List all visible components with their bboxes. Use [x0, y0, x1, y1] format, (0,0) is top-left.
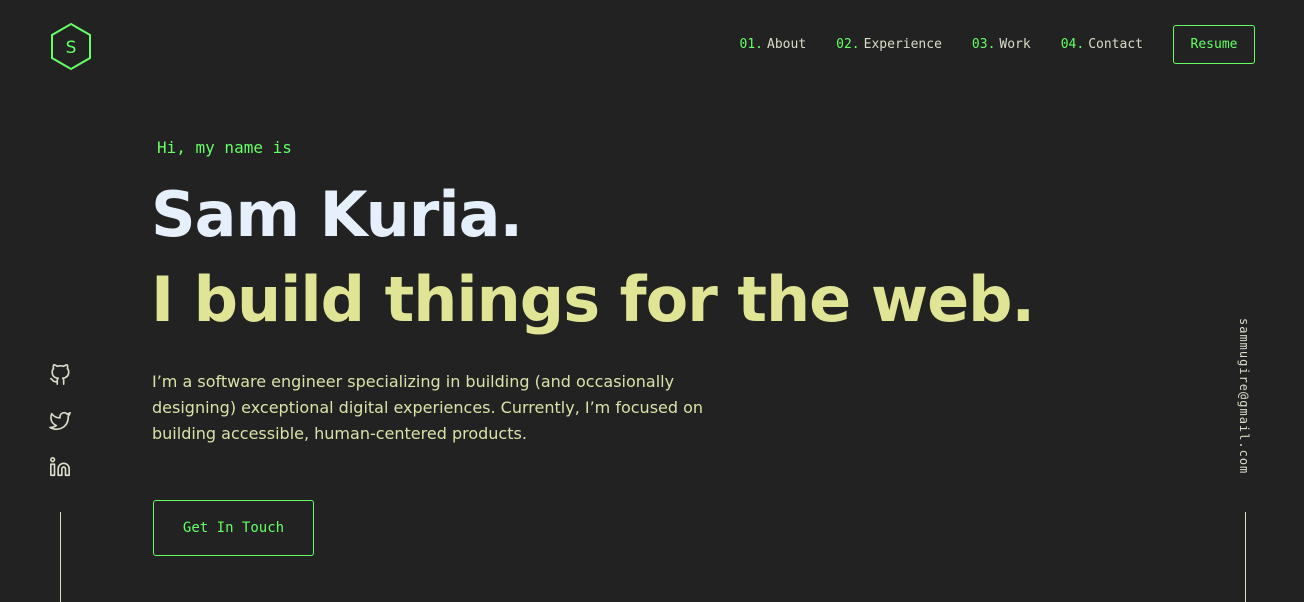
logo-letter: S [66, 38, 77, 58]
linkedin-icon[interactable] [49, 456, 71, 478]
nav-item-label: Contact [1088, 37, 1143, 52]
social-links [49, 364, 71, 502]
get-in-touch-button[interactable]: Get In Touch [153, 500, 314, 556]
nav-item-about[interactable]: 01. About [740, 37, 807, 52]
left-vertical-line [60, 512, 61, 602]
hero-description: I’m a software engineer specializing in … [152, 372, 704, 443]
intro-text: Hi, my name is [157, 138, 292, 157]
nav-item-number: 02. [836, 37, 860, 52]
resume-button[interactable]: Resume [1173, 25, 1255, 64]
hero-name: Sam Kuria. [151, 178, 523, 251]
right-vertical-line [1245, 512, 1246, 602]
nav-item-contact[interactable]: 04. Contact [1061, 37, 1143, 52]
twitter-icon[interactable] [49, 410, 71, 432]
nav-item-label: About [767, 37, 807, 52]
main-nav: 01. About 02. Experience 03. Work 04. Contac… [740, 25, 1255, 64]
nav-item-label: Work [999, 37, 1031, 52]
logo[interactable]: S [49, 22, 93, 72]
nav-item-work[interactable]: 03. Work [972, 37, 1031, 52]
nav-item-experience[interactable]: 02. Experience [836, 37, 942, 52]
nav-item-number: 01. [739, 37, 764, 52]
hexagon-logo-icon: S [51, 22, 91, 71]
nav-item-number: 03. [971, 37, 996, 52]
hero-tagline: I build things for the web. [151, 263, 1035, 336]
github-icon[interactable] [49, 364, 71, 386]
nav-item-label: Experience [863, 37, 942, 52]
nav-item-number: 04. [1060, 37, 1085, 52]
email-link[interactable]: sammugire@gmail.com [1237, 318, 1251, 474]
